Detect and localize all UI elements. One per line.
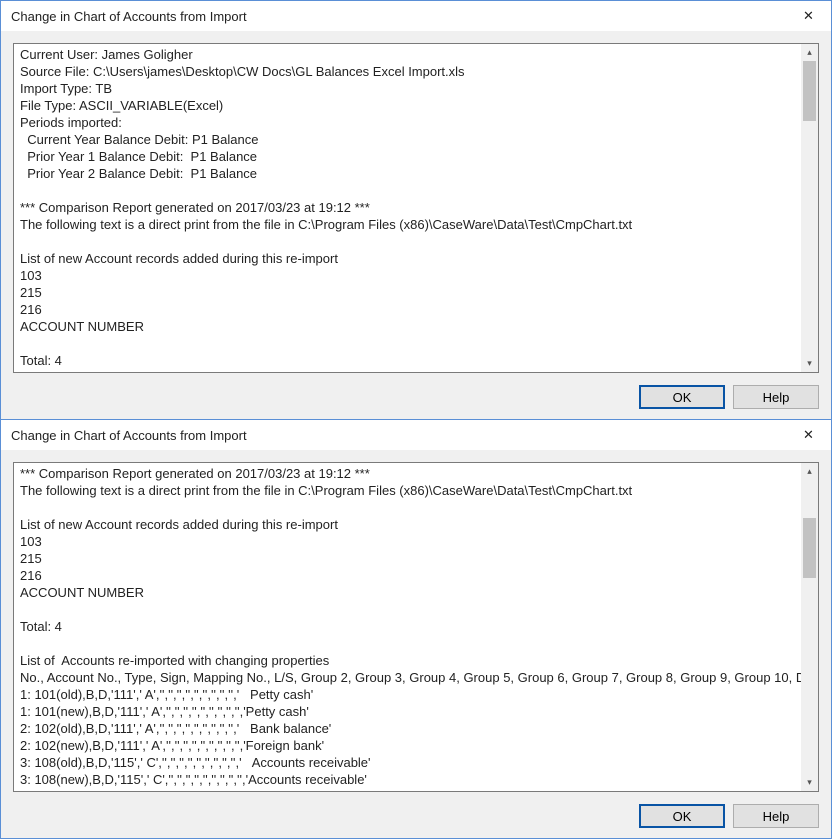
close-button[interactable]: ✕ [786,1,831,31]
help-button[interactable]: Help [733,804,819,828]
help-button[interactable]: Help [733,385,819,409]
report-text: *** Comparison Report generated on 2017/… [14,463,818,791]
vertical-scrollbar[interactable]: ▴ ▾ [801,463,818,791]
scroll-thumb[interactable] [803,61,816,121]
scroll-track[interactable] [801,61,818,355]
close-button[interactable]: ✕ [786,420,831,450]
dialog-window-1: Change in Chart of Accounts from Import … [0,0,832,420]
close-icon: ✕ [803,427,814,443]
chevron-up-icon: ▴ [807,466,812,477]
scroll-thumb[interactable] [803,518,816,578]
client-area: Current User: James Goligher Source File… [1,31,831,419]
chevron-down-icon: ▾ [807,777,812,788]
scroll-down-button[interactable]: ▾ [801,774,818,791]
button-row: OK Help [13,802,819,828]
scroll-down-button[interactable]: ▾ [801,355,818,372]
scroll-up-button[interactable]: ▴ [801,463,818,480]
ok-button[interactable]: OK [639,804,725,828]
window-title: Change in Chart of Accounts from Import [11,428,247,443]
vertical-scrollbar[interactable]: ▴ ▾ [801,44,818,372]
button-row: OK Help [13,383,819,409]
titlebar: Change in Chart of Accounts from Import … [1,420,831,450]
dialog-window-2: Change in Chart of Accounts from Import … [0,420,832,839]
chevron-down-icon: ▾ [807,358,812,369]
window-title: Change in Chart of Accounts from Import [11,9,247,24]
close-icon: ✕ [803,8,814,24]
scroll-up-button[interactable]: ▴ [801,44,818,61]
scroll-track[interactable] [801,480,818,774]
report-textbox[interactable]: *** Comparison Report generated on 2017/… [13,462,819,792]
titlebar: Change in Chart of Accounts from Import … [1,1,831,31]
chevron-up-icon: ▴ [807,47,812,58]
report-textbox[interactable]: Current User: James Goligher Source File… [13,43,819,373]
ok-button[interactable]: OK [639,385,725,409]
client-area: *** Comparison Report generated on 2017/… [1,450,831,838]
report-text: Current User: James Goligher Source File… [14,44,818,372]
